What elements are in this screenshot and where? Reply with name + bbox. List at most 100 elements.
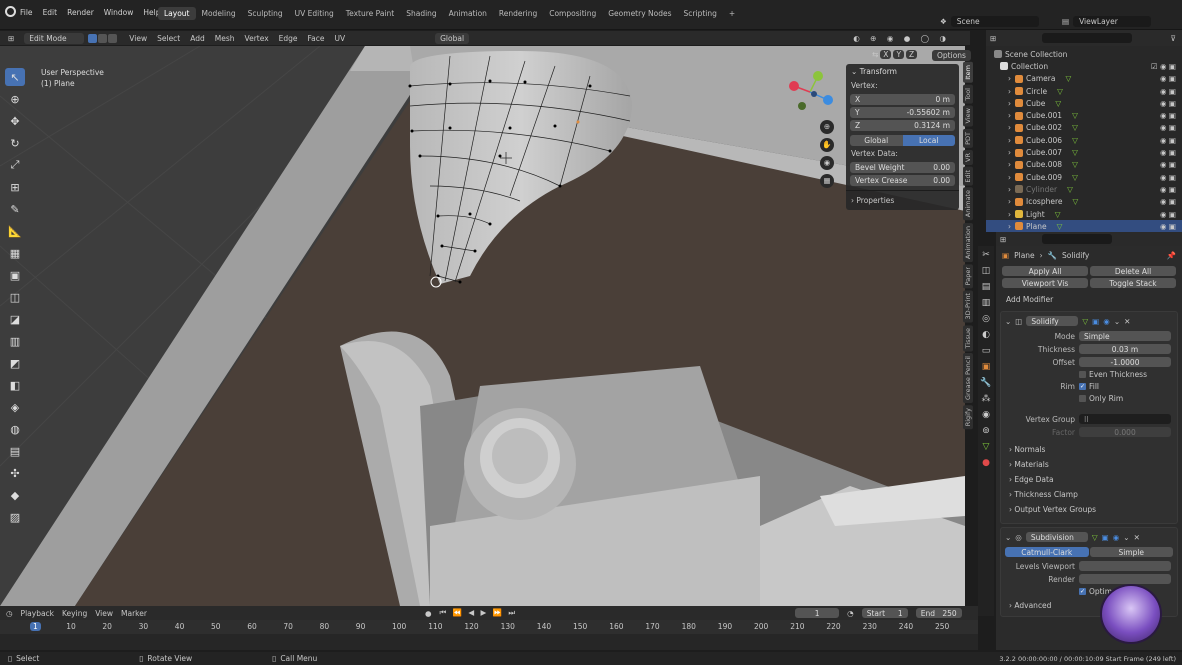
- editor-type-icon[interactable]: ⊞: [8, 34, 14, 43]
- visibility-icon[interactable]: ◉ ▣: [1160, 173, 1176, 182]
- world-props-icon[interactable]: ◐: [982, 330, 990, 340]
- expand-icon[interactable]: ›: [1008, 123, 1011, 132]
- ortho-grid-icon[interactable]: ▦: [820, 174, 834, 188]
- tab-vr[interactable]: VR: [963, 149, 973, 165]
- view-layer-selector[interactable]: ▤ ViewLayer: [1062, 16, 1152, 27]
- tab-edit[interactable]: Edit: [963, 166, 973, 186]
- collection-row[interactable]: Collection ☑ ◉ ▣: [986, 60, 1182, 72]
- tab-rigify[interactable]: Rigify: [963, 405, 973, 430]
- render-levels-field[interactable]: [1079, 574, 1171, 584]
- scene-props-icon[interactable]: ◎: [982, 314, 990, 324]
- visibility-icon[interactable]: ◉ ▣: [1160, 222, 1176, 231]
- keying-menu[interactable]: Keying: [62, 609, 87, 618]
- record-icon[interactable]: ●: [425, 609, 432, 618]
- object-props-icon[interactable]: ▣: [982, 362, 991, 372]
- scene-collection-row[interactable]: Scene Collection: [986, 48, 1182, 60]
- scale-tool-icon[interactable]: ⤢: [5, 156, 25, 174]
- tab-uv-editing[interactable]: UV Editing: [289, 7, 340, 20]
- tab-grease-pencil[interactable]: Grease Pencil: [963, 353, 973, 404]
- zoom-icon[interactable]: ⊕: [820, 120, 834, 134]
- loop-cut-tool-icon[interactable]: ▥: [5, 332, 25, 350]
- render-toggle-icon[interactable]: ◉: [1113, 533, 1120, 542]
- expand-icon[interactable]: ›: [1008, 173, 1011, 182]
- expand-icon[interactable]: ›: [1008, 197, 1011, 206]
- outliner-item-row[interactable]: › Cube.006 ▽ ◉ ▣: [986, 134, 1182, 146]
- tab-tissue[interactable]: Tissue: [963, 324, 973, 352]
- visibility-icon[interactable]: ◉ ▣: [1160, 136, 1176, 145]
- tab-scripting[interactable]: Scripting: [678, 7, 723, 20]
- physics-props-icon[interactable]: ◉: [982, 410, 990, 420]
- outliner-item-row[interactable]: › Cube.009 ▽ ◉ ▣: [986, 171, 1182, 183]
- playback-menu[interactable]: Playback: [21, 609, 54, 618]
- menu-edge[interactable]: Edge: [279, 34, 298, 43]
- expand-icon[interactable]: ›: [1008, 222, 1011, 231]
- menu-face[interactable]: Face: [308, 34, 325, 43]
- transform-tool-icon[interactable]: ⊞: [5, 178, 25, 196]
- menu-file[interactable]: File: [20, 8, 33, 17]
- edit-mode-toggle-icon[interactable]: ▽: [1082, 317, 1088, 326]
- visibility-icon[interactable]: ◉ ▣: [1160, 111, 1176, 120]
- tab-animation[interactable]: Animation: [443, 7, 493, 20]
- face-select-icon[interactable]: [108, 33, 118, 43]
- tab-tool[interactable]: Tool: [963, 84, 973, 104]
- outliner-item-row[interactable]: › Light ▽ ◉ ▣: [986, 208, 1182, 220]
- visibility-icon[interactable]: ◉ ▣: [1160, 123, 1176, 132]
- modifier-props-icon[interactable]: 🔧: [980, 378, 991, 388]
- view-layer-props-icon[interactable]: ▥: [982, 298, 991, 308]
- collection-props-icon[interactable]: ▭: [982, 346, 991, 356]
- tab-compositing[interactable]: Compositing: [543, 7, 602, 20]
- filter-icon[interactable]: ⊽: [1171, 34, 1177, 43]
- spin-tool-icon[interactable]: ◈: [5, 398, 25, 416]
- visibility-icon[interactable]: ◉ ▣: [1160, 99, 1176, 108]
- menu-add[interactable]: Add: [190, 34, 205, 43]
- poly-build-tool-icon[interactable]: ◧: [5, 376, 25, 394]
- current-frame-field[interactable]: 1: [795, 608, 840, 618]
- visibility-icon[interactable]: ◉ ▣: [1160, 87, 1176, 96]
- visibility-icon[interactable]: ◉ ▣: [1160, 148, 1176, 157]
- outliner-type-icon[interactable]: ⊞: [990, 34, 996, 43]
- rotate-tool-icon[interactable]: ↻: [5, 134, 25, 152]
- vertex-select-icon[interactable]: [88, 33, 98, 43]
- viewport-toggle-icon[interactable]: ▣: [1092, 317, 1099, 326]
- dropdown-icon[interactable]: ⌄: [1123, 533, 1129, 542]
- solidify-subsection-header[interactable]: › Output Vertex Groups: [1005, 502, 1173, 517]
- options-dropdown[interactable]: Options: [932, 50, 971, 61]
- menu-uv[interactable]: UV: [334, 34, 345, 43]
- tab-paper[interactable]: Paper: [963, 263, 973, 289]
- tab-modeling[interactable]: Modeling: [196, 7, 242, 20]
- transform-header[interactable]: ⌄ Transform: [846, 64, 959, 79]
- pan-hand-icon[interactable]: ✋: [820, 138, 834, 152]
- viewport-vis-button[interactable]: Viewport Vis: [1002, 278, 1088, 288]
- vertex-crease-field[interactable]: Vertex Crease 0.00: [850, 174, 955, 186]
- blender-logo-icon[interactable]: [5, 6, 16, 17]
- expand-icon[interactable]: ›: [1008, 148, 1011, 157]
- visibility-icon[interactable]: ◉ ▣: [1160, 185, 1176, 194]
- tab-shading[interactable]: Shading: [400, 7, 442, 20]
- menu-vertex[interactable]: Vertex: [245, 34, 269, 43]
- annotate-tool-icon[interactable]: ✎: [5, 200, 25, 218]
- collection-visibility-icon[interactable]: ☑ ◉ ▣: [1151, 62, 1176, 71]
- render-props-icon[interactable]: ◫: [982, 266, 991, 276]
- playback-controls-icon[interactable]: ⏮ ⏪ ◀ ▶ ⏩ ⏭: [440, 608, 518, 618]
- dropdown-icon[interactable]: ⌄: [1114, 317, 1120, 326]
- tab-view[interactable]: View: [963, 105, 973, 127]
- only-rim-checkbox[interactable]: Only Rim: [1079, 394, 1171, 403]
- properties-editor-icon[interactable]: ⊞: [1000, 235, 1006, 244]
- tab-item[interactable]: Item: [963, 62, 973, 83]
- solidify-name-field[interactable]: Solidify: [1026, 316, 1079, 326]
- outliner-item-row[interactable]: › Cube.001 ▽ ◉ ▣: [986, 109, 1182, 121]
- expand-icon[interactable]: ›: [1008, 99, 1011, 108]
- shrink-tool-icon[interactable]: ✣: [5, 464, 25, 482]
- outliner-item-row[interactable]: › Cube.008 ▽ ◉ ▣: [986, 159, 1182, 171]
- mirror-x-button[interactable]: X: [880, 50, 892, 59]
- outliner-item-row[interactable]: › Cube.007 ▽ ◉ ▣: [986, 146, 1182, 158]
- solidify-subsection-header[interactable]: › Normals: [1005, 442, 1173, 457]
- expand-icon[interactable]: ›: [1008, 136, 1011, 145]
- visibility-icon[interactable]: ◉ ▣: [1160, 74, 1176, 83]
- levels-viewport-field[interactable]: [1079, 561, 1171, 571]
- inset-tool-icon[interactable]: ◫: [5, 288, 25, 306]
- tab-layout[interactable]: Layout: [158, 7, 196, 20]
- add-workspace-button[interactable]: +: [723, 7, 741, 20]
- tab-animation-side[interactable]: Animation: [963, 222, 973, 262]
- add-cube-tool-icon[interactable]: ▦: [5, 244, 25, 262]
